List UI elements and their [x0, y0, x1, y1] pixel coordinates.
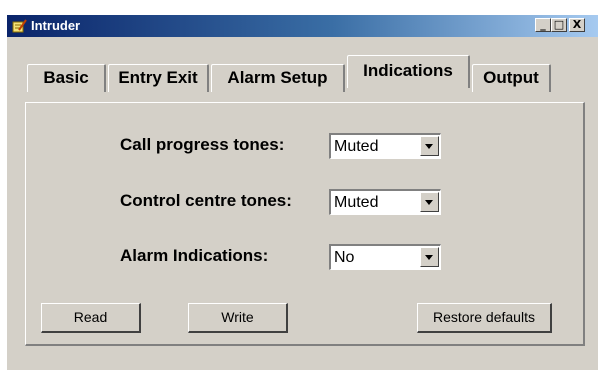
close-button[interactable]: X	[569, 18, 585, 32]
window-title: Intruder	[31, 18, 81, 33]
tab-indications[interactable]: Indications	[347, 55, 470, 88]
read-button[interactable]: Read	[41, 303, 141, 333]
title-bar[interactable]: Intruder _ □ X	[7, 15, 598, 37]
control-centre-tones-value: Muted	[334, 194, 379, 211]
write-button[interactable]: Write	[188, 303, 288, 333]
call-progress-tones-value: Muted	[334, 138, 379, 155]
tab-basic[interactable]: Basic	[27, 64, 106, 92]
minimize-button[interactable]: _	[535, 18, 551, 32]
tab-output[interactable]: Output	[472, 64, 551, 92]
intruder-window: Intruder _ □ X Basic Entry Exit Alarm Se…	[6, 14, 598, 370]
call-progress-tones-select[interactable]: Muted	[329, 133, 441, 159]
restore-defaults-button[interactable]: Restore defaults	[417, 303, 552, 333]
control-centre-tones-label: Control centre tones:	[120, 191, 292, 210]
chevron-down-icon[interactable]	[420, 192, 439, 212]
tab-entry-exit[interactable]: Entry Exit	[108, 64, 209, 92]
chevron-down-icon[interactable]	[420, 247, 439, 267]
tab-alarm-setup[interactable]: Alarm Setup	[211, 64, 345, 92]
alarm-indications-label: Alarm Indications:	[120, 246, 269, 265]
control-centre-tones-select[interactable]: Muted	[329, 189, 441, 215]
pencil-notepad-icon	[11, 18, 27, 34]
maximize-button[interactable]: □	[551, 18, 567, 32]
alarm-indications-value: No	[334, 249, 355, 266]
chevron-down-icon[interactable]	[420, 136, 439, 156]
alarm-indications-select[interactable]: No	[329, 244, 441, 270]
indications-panel: Call progress tones: Muted Control centr…	[25, 102, 585, 346]
call-progress-tones-label: Call progress tones:	[120, 135, 285, 154]
